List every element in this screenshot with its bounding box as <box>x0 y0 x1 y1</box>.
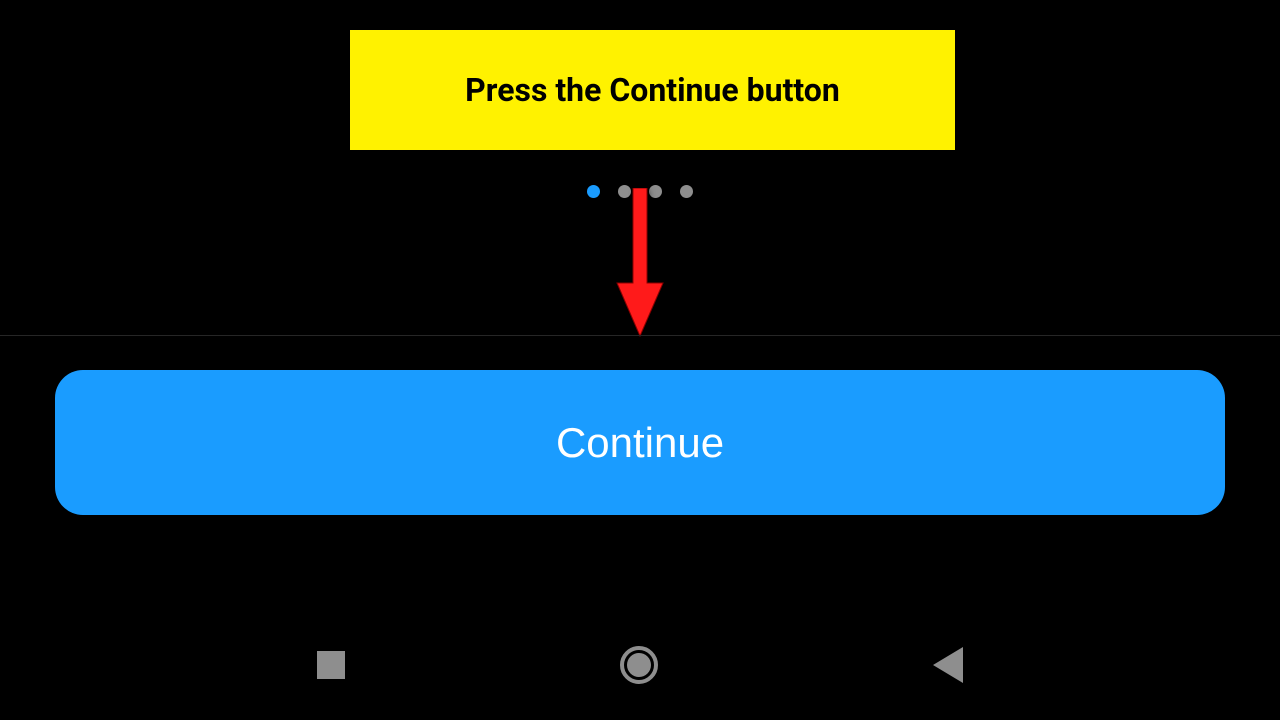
annotation-arrow <box>615 188 665 338</box>
home-icon[interactable] <box>620 646 658 684</box>
instruction-banner: Press the Continue button <box>350 30 955 150</box>
instruction-text: Press the Continue button <box>465 71 840 109</box>
android-nav-bar <box>0 620 1280 710</box>
continue-button-label: Continue <box>556 419 724 467</box>
back-icon[interactable] <box>933 647 963 683</box>
recent-apps-icon[interactable] <box>317 651 345 679</box>
continue-button[interactable]: Continue <box>55 370 1225 515</box>
page-dot-1[interactable] <box>587 185 600 198</box>
page-dot-4[interactable] <box>680 185 693 198</box>
arrow-down-icon <box>615 188 665 338</box>
divider-line <box>0 335 1280 336</box>
